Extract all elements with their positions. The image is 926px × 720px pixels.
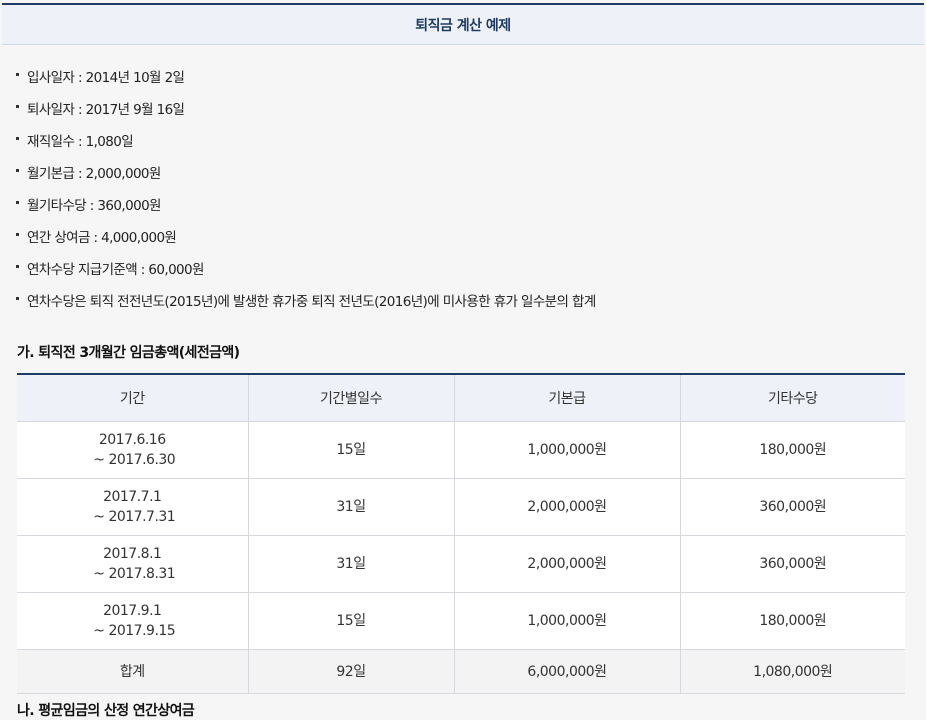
wage-table: 기간 기간별일수 기본급 기타수당 2017.6.16 ~ 2017.6.30 … <box>17 373 905 694</box>
table-row: 2017.9.1 ~ 2017.9.15 15일 1,000,000원 180,… <box>17 592 905 650</box>
table-row: 2017.7.1 ~ 2017.7.31 31일 2,000,000원 360,… <box>17 478 905 536</box>
info-list: 입사일자 : 2014년 10월 2일 퇴사일자 : 2017년 9월 16일 … <box>16 60 596 316</box>
column-header-other-allowance: 기타수당 <box>680 374 905 422</box>
base-pay-cell: 2,000,000원 <box>454 535 681 593</box>
info-item-leave-allowance-note: 연차수당은 퇴직 전전년도(2015년)에 발생한 휴가중 퇴직 전년도(201… <box>16 284 596 316</box>
info-item-other-allowance: 월기타수당 : 360,000원 <box>16 188 596 220</box>
info-item-leave-date: 퇴사일자 : 2017년 9월 16일 <box>16 92 596 124</box>
bullet-icon <box>16 296 19 300</box>
period-cell: 2017.9.1 ~ 2017.9.15 <box>17 592 249 650</box>
column-header-base-pay: 기본급 <box>454 374 681 422</box>
days-cell: 15일 <box>248 592 455 650</box>
days-cell: 31일 <box>248 478 455 536</box>
bullet-icon <box>16 168 19 172</box>
total-base-pay-cell: 6,000,000원 <box>454 649 681 694</box>
column-header-days: 기간별일수 <box>248 374 455 422</box>
total-other-allowance-cell: 1,080,000원 <box>680 649 905 694</box>
table-row: 2017.8.1 ~ 2017.8.31 31일 2,000,000원 360,… <box>17 535 905 593</box>
other-allowance-cell: 180,000원 <box>680 421 905 479</box>
period-cell: 2017.7.1 ~ 2017.7.31 <box>17 478 249 536</box>
table-header-row: 기간 기간별일수 기본급 기타수당 <box>17 374 905 422</box>
info-item-annual-bonus: 연간 상여금 : 4,000,000원 <box>16 220 596 252</box>
page-header: 퇴직금 계산 예제 <box>2 3 924 45</box>
other-allowance-cell: 360,000원 <box>680 478 905 536</box>
table-row: 2017.6.16 ~ 2017.6.30 15일 1,000,000원 180… <box>17 421 905 479</box>
days-cell: 15일 <box>248 421 455 479</box>
base-pay-cell: 1,000,000원 <box>454 592 681 650</box>
page-title: 퇴직금 계산 예제 <box>415 17 511 34</box>
total-label-cell: 합계 <box>17 649 249 694</box>
base-pay-cell: 1,000,000원 <box>454 421 681 479</box>
info-item-base-pay: 월기본급 : 2,000,000원 <box>16 156 596 188</box>
bullet-icon <box>16 200 19 204</box>
days-cell: 31일 <box>248 535 455 593</box>
bullet-icon <box>16 72 19 76</box>
other-allowance-cell: 180,000원 <box>680 592 905 650</box>
total-row: 합계 92일 6,000,000원 1,080,000원 <box>17 649 905 694</box>
info-item-work-days: 재직일수 : 1,080일 <box>16 124 596 156</box>
info-item-join-date: 입사일자 : 2014년 10월 2일 <box>16 60 596 92</box>
period-cell: 2017.8.1 ~ 2017.8.31 <box>17 535 249 593</box>
bullet-icon <box>16 264 19 268</box>
bullet-icon <box>16 136 19 140</box>
other-allowance-cell: 360,000원 <box>680 535 905 593</box>
base-pay-cell: 2,000,000원 <box>454 478 681 536</box>
period-cell: 2017.6.16 ~ 2017.6.30 <box>17 421 249 479</box>
bullet-icon <box>16 232 19 236</box>
total-days-cell: 92일 <box>248 649 455 694</box>
bullet-icon <box>16 104 19 108</box>
section-b-title: 나. 평균임금의 산정 연간상여금 <box>17 703 195 719</box>
section-a-title: 가. 퇴직전 3개월간 임금총액(세전금액) <box>17 345 240 361</box>
info-item-leave-allowance-base: 연차수당 지급기준액 : 60,000원 <box>16 252 596 284</box>
column-header-period: 기간 <box>17 374 249 422</box>
